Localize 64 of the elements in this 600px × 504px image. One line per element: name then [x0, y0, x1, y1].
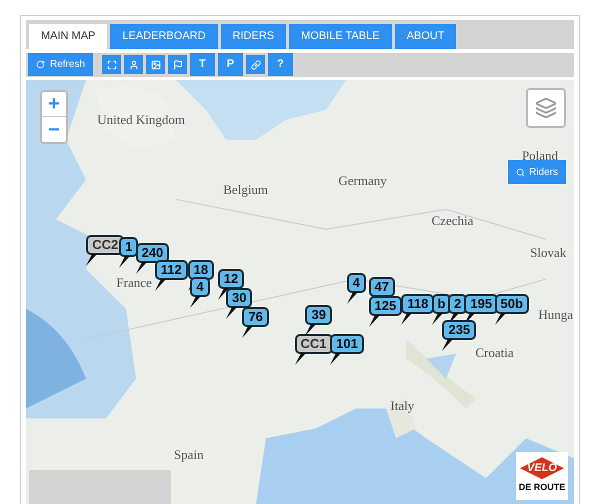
marker-pointer-icon — [305, 324, 318, 336]
rider-marker[interactable]: 39 — [305, 304, 332, 325]
country-label: Germany — [338, 172, 387, 190]
rider-marker[interactable]: 47 — [368, 277, 395, 298]
marker-pointer-icon — [368, 315, 380, 328]
link-button[interactable] — [246, 55, 266, 74]
rider-marker[interactable]: 30 — [226, 288, 252, 308]
rider-marker[interactable]: 240 — [136, 243, 170, 264]
checkpoint-marker[interactable]: CC1 — [294, 334, 333, 354]
logo-emblem: VELO — [520, 457, 564, 480]
country-label: United Kingdom — [97, 110, 185, 129]
marker-pointer-icon — [242, 326, 254, 338]
marker-pointer-icon — [226, 306, 238, 319]
marker-pointer-icon — [154, 279, 167, 292]
country-label: Slovak — [530, 244, 566, 262]
marker-pointer-icon — [494, 313, 507, 326]
country-label: France — [116, 274, 152, 292]
marker-pointer-icon — [190, 296, 202, 308]
flag-button[interactable] — [168, 55, 188, 74]
rider-marker[interactable]: 12 — [218, 268, 244, 289]
checkpoint-marker[interactable]: CC2 — [86, 234, 124, 255]
person-icon — [128, 60, 139, 70]
rider-marker[interactable]: 4 — [346, 272, 366, 293]
expand-icon — [106, 60, 117, 70]
marker-pointer-icon — [136, 262, 148, 274]
rider-marker[interactable]: 18 — [188, 260, 214, 280]
refresh-icon — [36, 60, 45, 69]
rider-marker[interactable]: 76 — [242, 306, 269, 327]
country-label: Czechia — [432, 212, 474, 230]
layers-button[interactable] — [526, 88, 566, 128]
marker-pointer-icon — [401, 313, 414, 326]
country-label: Hunga — [538, 306, 574, 324]
expand-button[interactable] — [102, 55, 122, 74]
rider-marker[interactable]: 4 — [190, 277, 210, 298]
rider-marker[interactable]: 101 — [330, 334, 364, 354]
search-icon — [516, 168, 526, 176]
rider-marker[interactable]: 112 — [154, 260, 188, 280]
rider-marker[interactable]: 235 — [442, 320, 476, 340]
marker-pointer-icon — [330, 353, 342, 366]
rider-marker[interactable]: 1 — [119, 236, 138, 257]
logo-text: DE ROUTE — [518, 481, 566, 494]
rider-marker[interactable]: 50b — [494, 294, 529, 314]
marker-pointer-icon — [294, 353, 307, 366]
image-icon — [150, 60, 161, 70]
rider-marker[interactable]: 195 — [464, 294, 498, 314]
country-label: Italy — [390, 396, 414, 415]
map[interactable]: United Kingdom Belgium Germany Poland Czechia Slovak France Hunga Croatia Italy Spain CC2 1 240 112 18 4 12 30 76 39 4 47 125 118 b 2 195 50b 235 CC1 101 + − Riders VELO DE ROUTE — [26, 80, 574, 504]
country-label: Croatia — [475, 344, 514, 362]
marker-pointer-icon — [442, 338, 454, 351]
marker-pointer-icon — [119, 256, 132, 268]
marker-pointer-icon — [86, 254, 98, 266]
person-button[interactable] — [124, 55, 144, 74]
link-icon — [250, 60, 261, 70]
marker-pointer-icon — [218, 288, 230, 300]
image-button[interactable] — [146, 55, 166, 74]
tab[interactable]: MAIN MAP — [29, 24, 108, 49]
flag-icon — [172, 60, 183, 70]
country-label: Belgium — [223, 180, 268, 199]
country-label: Spain — [174, 446, 204, 464]
marker-pointer-icon — [346, 292, 359, 304]
layers-icon — [535, 97, 557, 119]
rider-marker[interactable]: 125 — [368, 296, 402, 316]
marker-pointer-icon — [432, 313, 444, 326]
rider-marker[interactable]: 118 — [401, 294, 434, 314]
